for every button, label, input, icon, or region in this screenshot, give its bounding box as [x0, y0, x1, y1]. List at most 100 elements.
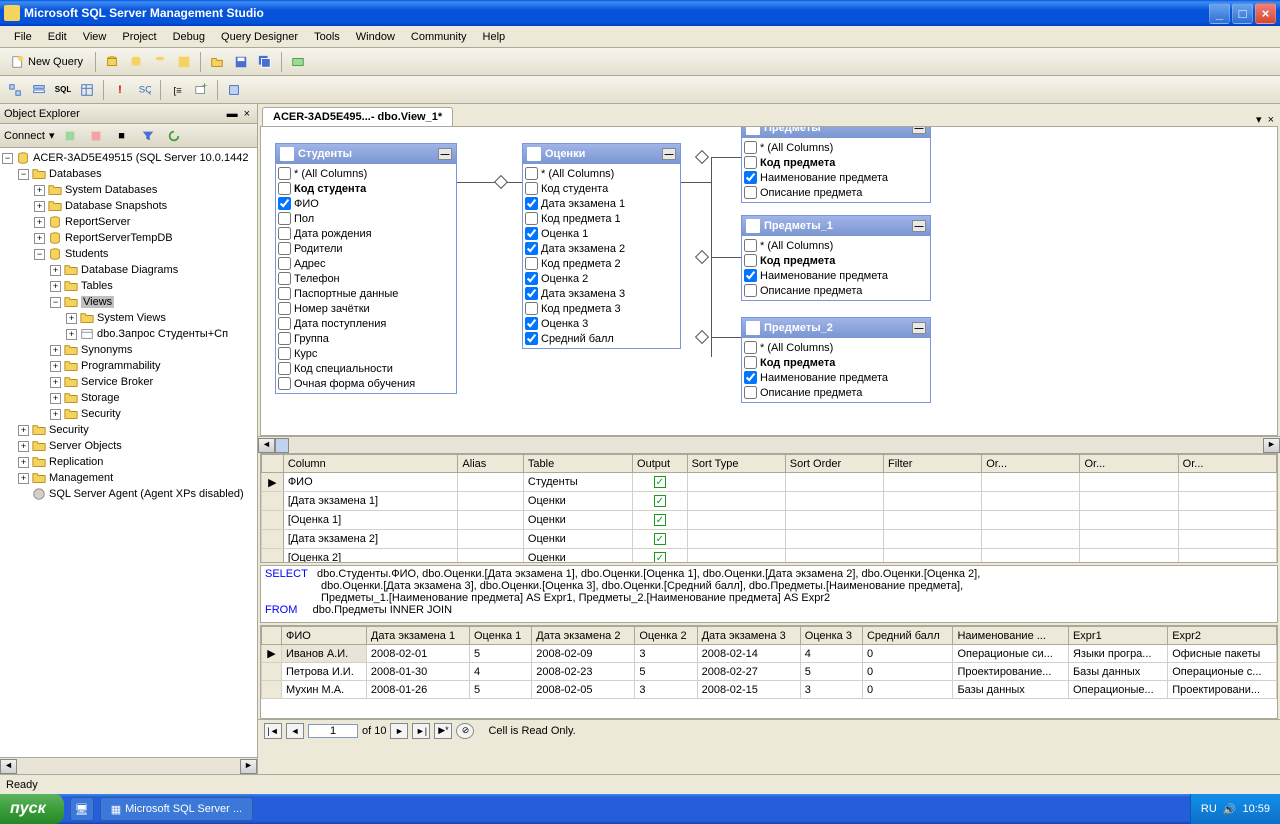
btn-diagram-pane[interactable] [4, 79, 26, 101]
criteria-column[interactable]: [Оценка 1] [283, 511, 458, 530]
expand-icon[interactable]: + [50, 281, 61, 292]
btn-db4[interactable] [173, 51, 195, 73]
nav-stop[interactable]: ⊘ [456, 723, 474, 739]
column-checkbox[interactable] [525, 302, 538, 315]
result-row-selector[interactable]: ▶ [262, 645, 282, 663]
column-checkbox[interactable] [278, 362, 291, 375]
result-cell[interactable]: 0 [862, 681, 952, 699]
menu-tools[interactable]: Tools [306, 29, 348, 45]
table-column[interactable]: Родители [278, 241, 454, 256]
column-checkbox[interactable] [278, 347, 291, 360]
table-column[interactable]: Код предмета 3 [525, 301, 678, 316]
expand-icon[interactable]: + [66, 329, 77, 340]
criteria-header[interactable]: Sort Order [785, 455, 883, 473]
menu-community[interactable]: Community [403, 29, 475, 45]
tree-node-rs[interactable]: +ReportServer [2, 214, 255, 230]
menu-help[interactable]: Help [475, 29, 514, 45]
criteria-header[interactable]: Filter [884, 455, 982, 473]
tree-node-synonyms[interactable]: +Synonyms [2, 342, 255, 358]
btn-connect-1[interactable] [59, 125, 81, 147]
result-header[interactable]: Дата экзамена 1 [366, 627, 469, 645]
column-checkbox[interactable] [744, 386, 757, 399]
table-column[interactable]: Очная форма обучения [278, 376, 454, 391]
connect-dropdown-icon[interactable]: ▾ [49, 129, 55, 142]
output-checkbox[interactable]: ✓ [654, 514, 666, 526]
result-header[interactable]: Expr1 [1068, 627, 1167, 645]
result-cell[interactable]: Мухин М.А. [282, 681, 367, 699]
table-column[interactable]: Код специальности [278, 361, 454, 376]
explorer-hscroll[interactable]: ◄► [0, 757, 257, 774]
result-cell[interactable]: Операционые си... [953, 645, 1069, 663]
tree-node-agent[interactable]: SQL Server Agent (Agent XPs disabled) [2, 486, 255, 502]
explorer-close-icon[interactable]: × [241, 108, 253, 120]
result-row-selector[interactable] [262, 663, 282, 681]
connect-label[interactable]: Connect [4, 130, 45, 142]
table-column[interactable]: Оценка 3 [525, 316, 678, 331]
btn-db2[interactable] [125, 51, 147, 73]
result-header[interactable]: ФИО [282, 627, 367, 645]
tray-icon[interactable]: 🔊 [1223, 803, 1237, 816]
criteria-pane[interactable]: ColumnAliasTableOutputSort TypeSort Orde… [260, 453, 1278, 563]
row-selector[interactable] [262, 530, 284, 549]
result-cell[interactable]: 5 [800, 663, 862, 681]
tree-node-secroot[interactable]: +Security [2, 422, 255, 438]
minimize-button[interactable]: _ [1209, 3, 1230, 24]
tree-node-diagrams[interactable]: +Database Diagrams [2, 262, 255, 278]
expand-icon[interactable]: + [18, 473, 29, 484]
tab-close-icon[interactable]: × [1262, 114, 1280, 126]
task-quicklaunch[interactable]: 🖥 [70, 797, 94, 821]
table-column[interactable]: Курс [278, 346, 454, 361]
result-cell[interactable]: Языки програ... [1068, 645, 1167, 663]
column-checkbox[interactable] [278, 332, 291, 345]
expand-icon[interactable]: − [18, 169, 29, 180]
expand-icon[interactable]: − [2, 153, 13, 164]
result-cell[interactable]: Петрова И.И. [282, 663, 367, 681]
table-column[interactable]: Группа [278, 331, 454, 346]
table-column[interactable]: Дата экзамена 1 [525, 196, 678, 211]
card-minimize-icon[interactable]: — [662, 148, 676, 160]
row-selector[interactable] [262, 549, 284, 564]
column-checkbox[interactable] [744, 156, 757, 169]
table-column[interactable]: Код студента [278, 181, 454, 196]
result-cell[interactable]: 2008-02-23 [532, 663, 635, 681]
tree-node-databases[interactable]: −Databases [2, 166, 255, 182]
nav-next[interactable]: ► [390, 723, 408, 739]
result-cell[interactable]: Иванов А.И. [282, 645, 367, 663]
expand-icon[interactable]: + [18, 457, 29, 468]
card-minimize-icon[interactable]: — [912, 322, 926, 334]
task-ssms[interactable]: ▦ Microsoft SQL Server ... [100, 797, 253, 821]
column-checkbox[interactable] [525, 332, 538, 345]
newquery-button[interactable]: New Query [4, 51, 90, 73]
table-column[interactable]: Паспортные данные [278, 286, 454, 301]
column-checkbox[interactable] [744, 171, 757, 184]
menu-querydesigner[interactable]: Query Designer [213, 29, 306, 45]
diagram-pane[interactable]: Студенты—* (All Columns)Код студентаФИОП… [260, 126, 1278, 436]
btn-verify[interactable]: SQL [133, 79, 155, 101]
table-column[interactable]: * (All Columns) [278, 166, 454, 181]
column-checkbox[interactable] [278, 317, 291, 330]
expand-icon[interactable]: + [34, 233, 45, 244]
table-column[interactable]: Наименование предмета [744, 170, 928, 185]
tree-node-security[interactable]: +Security [2, 406, 255, 422]
table-column[interactable]: Телефон [278, 271, 454, 286]
btn-addderived[interactable] [223, 79, 245, 101]
table-column[interactable]: Дата экзамена 2 [525, 241, 678, 256]
column-checkbox[interactable] [278, 227, 291, 240]
result-cell[interactable]: 2008-02-14 [697, 645, 800, 663]
result-cell[interactable]: 0 [862, 645, 952, 663]
menu-file[interactable]: File [6, 29, 40, 45]
menu-debug[interactable]: Debug [165, 29, 213, 45]
tree-node-root[interactable]: −ACER-3AD5E49515 (SQL Server 10.0.1442 [2, 150, 255, 166]
result-cell[interactable]: 0 [862, 663, 952, 681]
table-card-subjects2[interactable]: Предметы_2—* (All Columns)Код предметаНа… [741, 317, 931, 403]
menu-window[interactable]: Window [348, 29, 403, 45]
tree-node-rstmp[interactable]: +ReportServerTempDB [2, 230, 255, 246]
btn-results-pane[interactable] [76, 79, 98, 101]
column-checkbox[interactable] [744, 239, 757, 252]
nav-new[interactable]: ▶* [434, 723, 452, 739]
table-column[interactable]: Средний балл [525, 331, 678, 346]
criteria-column[interactable]: [Дата экзамена 2] [283, 530, 458, 549]
result-cell[interactable]: Проектировани... [1168, 681, 1277, 699]
table-column[interactable]: Код предмета [744, 155, 928, 170]
table-column[interactable]: * (All Columns) [744, 140, 928, 155]
